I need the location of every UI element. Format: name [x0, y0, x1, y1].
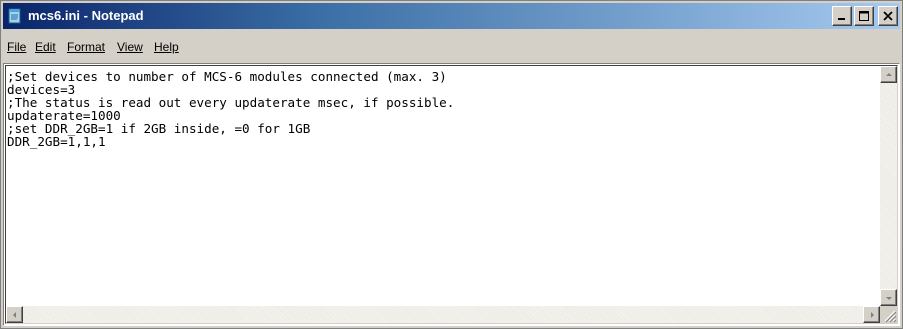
notepad-icon[interactable] [7, 8, 23, 24]
scroll-right-button[interactable] [863, 306, 880, 323]
maximize-icon [859, 11, 869, 21]
vertical-scrollbar[interactable] [880, 66, 897, 306]
menu-edit[interactable]: Edit [35, 40, 56, 54]
menu-bar: File Edit Format View Help [3, 32, 900, 60]
menu-view-label: View [117, 40, 143, 54]
menu-edit-label: Edit [35, 40, 56, 54]
scroll-up-button[interactable] [880, 66, 897, 83]
arrow-right-icon [871, 312, 874, 318]
minimize-icon [838, 18, 845, 20]
menu-format[interactable]: Format [67, 40, 105, 54]
menu-file[interactable]: File [7, 40, 26, 54]
notepad-window: mcs6.ini - Notepad File Edit Format View… [0, 0, 903, 329]
menu-help[interactable]: Help [154, 40, 179, 54]
scroll-left-button[interactable] [6, 306, 23, 323]
menu-format-label: Format [67, 40, 106, 54]
title-bar[interactable]: mcs6.ini - Notepad [3, 3, 900, 29]
minimize-button[interactable] [832, 6, 852, 26]
maximize-button[interactable] [854, 6, 874, 26]
document-text[interactable]: ;Set devices to number of MCS-6 modules … [7, 70, 865, 292]
arrow-left-icon [13, 312, 16, 318]
editor: ;Set devices to number of MCS-6 modules … [5, 65, 898, 324]
menu-view[interactable]: View [117, 40, 143, 54]
horizontal-scrollbar[interactable] [6, 306, 880, 323]
editor-frame: ;Set devices to number of MCS-6 modules … [3, 63, 900, 326]
scroll-down-button[interactable] [880, 289, 897, 306]
menu-help-label: Help [154, 40, 179, 54]
menu-file-label: File [7, 40, 27, 54]
arrow-down-icon [886, 297, 892, 300]
close-icon [883, 11, 893, 21]
arrow-up-icon [886, 73, 892, 76]
close-button[interactable] [878, 6, 898, 26]
resize-grip-icon [884, 310, 897, 323]
window-title: mcs6.ini - Notepad [28, 8, 144, 23]
size-grip[interactable] [880, 306, 897, 323]
